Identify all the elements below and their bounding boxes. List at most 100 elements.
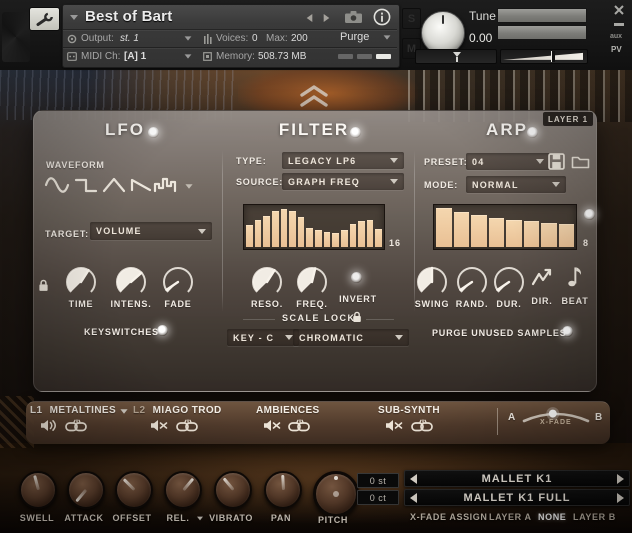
filter-source-select[interactable]: GRAPH FREQ: [282, 173, 404, 190]
step-bar[interactable]: [471, 215, 487, 247]
minimize-icon[interactable]: [614, 23, 624, 26]
arp-mode-select[interactable]: NORMAL: [466, 176, 566, 193]
pitch-semitones-readout[interactable]: 0 st: [357, 473, 399, 488]
snapshot-camera-button[interactable]: [344, 10, 364, 29]
prev-instrument-icon[interactable]: [307, 14, 313, 22]
arp-preset-select[interactable]: 04: [466, 153, 550, 170]
lfo-intensity-knob[interactable]: [111, 262, 151, 302]
articulation-slot-b[interactable]: MALLET K1 FULL: [404, 489, 630, 506]
filter-reso-knob[interactable]: [247, 262, 287, 302]
arp-swing-knob[interactable]: [412, 262, 452, 302]
filter-freq-knob[interactable]: [292, 262, 332, 302]
xfade-assign-none[interactable]: NONE: [538, 512, 566, 522]
step-bar[interactable]: [506, 220, 522, 247]
step-bar[interactable]: [358, 221, 365, 247]
waveform-random-icon[interactable]: [153, 174, 179, 196]
step-bar[interactable]: [489, 218, 505, 247]
speaker-muted-icon[interactable]: [150, 419, 168, 432]
step-bar[interactable]: [332, 233, 339, 247]
offset-knob[interactable]: [115, 471, 153, 509]
waveform-sine-icon[interactable]: [44, 174, 70, 196]
step-bar[interactable]: [246, 225, 253, 247]
layer-item-subsynth[interactable]: SUB-SYNTH: [378, 405, 444, 416]
lfo-enable-light[interactable]: [148, 127, 159, 138]
waveform-triangle-icon[interactable]: [101, 174, 127, 196]
link-chain-icon[interactable]: [288, 419, 310, 432]
info-button[interactable]: [373, 8, 391, 31]
slot-a-prev-icon[interactable]: [410, 474, 417, 484]
step-bar[interactable]: [541, 223, 557, 247]
filter-type-select[interactable]: LEGACY LP6: [282, 152, 404, 169]
vibrato-knob[interactable]: [214, 471, 252, 509]
instrument-menu-caret[interactable]: [70, 15, 78, 20]
step-bar[interactable]: [306, 228, 313, 247]
release-knob[interactable]: [164, 471, 202, 509]
arp-direction-icon[interactable]: [530, 266, 554, 288]
waveform-caret[interactable]: [185, 184, 192, 189]
step-bar[interactable]: [436, 208, 452, 247]
save-preset-icon[interactable]: [548, 153, 565, 170]
target-select[interactable]: VOLUME: [90, 222, 212, 240]
slot-a-next-icon[interactable]: [617, 474, 624, 484]
speaker-muted-icon[interactable]: [385, 419, 403, 432]
xfade-arc-slider[interactable]: [521, 404, 591, 430]
waveform-square-icon[interactable]: [73, 174, 99, 196]
next-instrument-icon[interactable]: [324, 14, 330, 22]
layer-item-l2[interactable]: L2 MIAGO TROD: [133, 405, 222, 416]
link-chain-icon[interactable]: [176, 419, 198, 432]
speaker-muted-icon[interactable]: [263, 419, 281, 432]
step-bar[interactable]: [272, 211, 279, 247]
instrument-title[interactable]: Best of Bart: [85, 8, 172, 25]
release-caret[interactable]: [197, 517, 203, 521]
midi-caret[interactable]: [185, 54, 192, 58]
layer-l2-caret[interactable]: [120, 409, 127, 414]
filter-step-graph[interactable]: [243, 204, 385, 250]
arp-beat-note-icon[interactable]: [567, 264, 582, 288]
step-bar[interactable]: [263, 216, 270, 247]
slot-b-next-icon[interactable]: [617, 493, 624, 503]
layer-item-l1[interactable]: L1 METALTINES: [30, 405, 116, 416]
swell-knob[interactable]: [19, 471, 57, 509]
step-bar[interactable]: [281, 209, 288, 247]
step-bar[interactable]: [315, 230, 322, 247]
lfo-time-knob[interactable]: [61, 262, 101, 302]
max-value[interactable]: 200: [291, 33, 308, 44]
filter-steps-count[interactable]: 16: [389, 238, 401, 248]
wrench-button[interactable]: [29, 7, 60, 31]
filter-invert-light[interactable]: [351, 272, 362, 283]
keyswitches-light[interactable]: [157, 325, 168, 336]
link-chain-icon[interactable]: [411, 419, 433, 432]
arp-rand-knob[interactable]: [452, 262, 492, 302]
scale-select[interactable]: CHROMATIC: [293, 329, 409, 346]
step-bar[interactable]: [289, 211, 296, 247]
link-chain-icon[interactable]: [65, 419, 87, 432]
scale-lock-icon[interactable]: [352, 311, 362, 323]
step-bar[interactable]: [324, 232, 331, 247]
slot-b-prev-icon[interactable]: [410, 493, 417, 503]
attack-knob[interactable]: [67, 471, 105, 509]
step-bar[interactable]: [559, 224, 575, 247]
volume-slider[interactable]: [500, 49, 588, 64]
xfade-assign-layer-a[interactable]: LAYER A: [489, 512, 532, 522]
pitch-knob[interactable]: [313, 471, 359, 517]
tune-value[interactable]: 0.00: [469, 31, 492, 45]
arp-steps-count[interactable]: 8: [583, 238, 589, 248]
volume-handle[interactable]: [551, 51, 555, 62]
step-bar[interactable]: [367, 220, 374, 247]
pitch-cents-readout[interactable]: 0 ct: [357, 490, 399, 505]
lfo-fade-knob[interactable]: [158, 262, 198, 302]
aux-button[interactable]: aux: [610, 33, 622, 40]
midi-value[interactable]: [A] 1: [124, 51, 146, 62]
arp-enable-light[interactable]: [527, 127, 538, 138]
solo-button[interactable]: S: [402, 8, 421, 29]
pan-slider[interactable]: [415, 49, 497, 64]
step-bar[interactable]: [454, 212, 470, 247]
filter-enable-light[interactable]: [350, 127, 361, 138]
key-select[interactable]: KEY - C: [227, 329, 299, 346]
articulation-slot-a[interactable]: MALLET K1: [404, 470, 630, 487]
step-bar[interactable]: [524, 221, 540, 247]
arp-step-graph[interactable]: [433, 204, 577, 250]
pv-button[interactable]: PV: [611, 45, 622, 54]
output-caret[interactable]: [185, 36, 192, 40]
pan-knob[interactable]: [264, 471, 302, 509]
